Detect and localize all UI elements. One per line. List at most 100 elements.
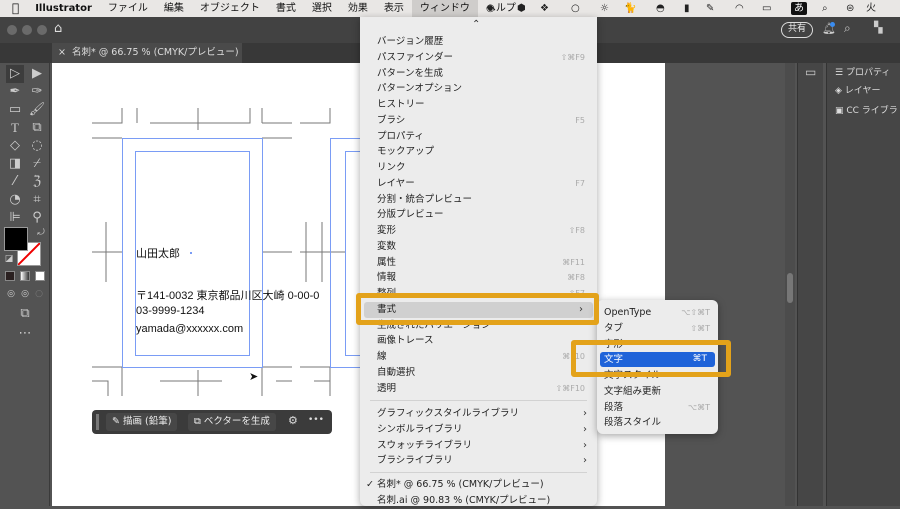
menu-item-label: プロパティ (377, 130, 424, 142)
library-menu-item[interactable]: スウォッチライブラリ › (360, 438, 597, 454)
card-address-text[interactable]: 〒141-0032 東京都品川区大崎 0-00-0 (136, 287, 319, 303)
submenu-arrow-icon: › (583, 455, 587, 467)
menu-item-1[interactable]: パスファインダー ⇧⌘F9 (360, 50, 597, 66)
menu-item-label: 情報 (377, 272, 397, 284)
submenu-item-1[interactable]: タブ ⇧⌘T (597, 321, 718, 336)
menu-item-shortcut: F5 (575, 115, 585, 125)
menu-item-shortcut: ⌘F11 (562, 257, 585, 267)
wifi-icon[interactable]: ◠ (735, 0, 744, 17)
menu-item-21[interactable]: 自動選択 (360, 365, 597, 381)
card-email-text[interactable]: yamada@xxxxxx.com (136, 323, 243, 335)
generate-vector-label: ベクターを生成 (203, 416, 270, 427)
submenu-item-5[interactable]: 文字組み更新 (597, 384, 718, 399)
menu-item-8[interactable]: リンク (360, 160, 597, 176)
menu-item-5[interactable]: ブラシ F5 (360, 113, 597, 129)
menu-item-label: 画像トレース (377, 335, 434, 347)
menu-item-15[interactable]: 情報 ⌘F8 (360, 270, 597, 286)
scroll-up-icon[interactable]: ⌃ (472, 19, 480, 30)
submenu-item-6[interactable]: 段落 ⌥⌘T (597, 400, 718, 415)
menu-item-label: モックアップ (377, 146, 435, 158)
submenu-item-shortcut: ⌥⌘T (687, 402, 710, 412)
right-panel-dock: ☰ プロパティ ◈ レイヤー ▣ CC ライブラ (826, 63, 900, 506)
menu-item-label: 属性 (377, 256, 397, 268)
notification-badge (830, 22, 835, 27)
more-options-button[interactable]: ••• (308, 415, 324, 425)
menu-item-7[interactable]: モックアップ (360, 144, 597, 160)
contextual-task-bar: ✎ 描画 (鉛筆) ⧉ ベクターを生成 ⚙ ••• (92, 410, 332, 434)
mouse-cursor-icon: ➤ (249, 370, 259, 383)
submenu-item-label: 段落 (604, 401, 624, 413)
panel-layers[interactable]: ◈ レイヤー (835, 83, 881, 96)
panel-cc-label: CC ライブラ (846, 106, 898, 116)
layers-icon: ◈ (835, 86, 845, 96)
menu-item-shortcut: ⇧⌘F9 (560, 52, 585, 62)
spotlight-icon[interactable]: ⌕ (822, 0, 828, 17)
vertical-scrollbar[interactable] (785, 63, 795, 506)
menu-item-label: ブラシ (377, 114, 406, 126)
submenu-arrow-icon: › (583, 439, 587, 451)
menu-item-10[interactable]: 分割・統合プレビュー (360, 192, 597, 208)
image-settings-icon[interactable]: ⚙ (288, 414, 298, 427)
menu-item-label: ブラシライブラリ (377, 455, 453, 467)
menu-item-20[interactable]: 線 ⌘F10 (360, 349, 597, 365)
share-button[interactable]: 共有 (781, 22, 813, 38)
menu-item-13[interactable]: 変数 (360, 239, 597, 255)
comments-icon[interactable]: ▭ (805, 65, 816, 79)
menu-item-3[interactable]: パターンオプション (360, 81, 597, 97)
scrollbar-thumb[interactable] (787, 273, 793, 303)
pencil-tray-icon[interactable]: ✎ (706, 0, 714, 17)
checkmark-icon: ✓ (366, 479, 374, 490)
menu-item-shortcut: ⇧⌘F10 (555, 383, 585, 393)
submenu-arrow-icon: › (583, 423, 587, 435)
menu-item-11[interactable]: 分版プレビュー (360, 207, 597, 223)
anchor-point (190, 252, 192, 254)
menu-item-label: ヒストリー (377, 99, 425, 110)
drag-handle[interactable] (96, 414, 99, 430)
submenu-item-0[interactable]: OpenType ⌥⇧⌘T (597, 305, 718, 320)
menu-item-2[interactable]: パターンを生成 (360, 66, 597, 82)
menu-item-12[interactable]: 変形 ⇧F8 (360, 223, 597, 239)
panel-layers-label: レイヤー (844, 86, 881, 96)
generate-icon: ⧉ (194, 416, 204, 427)
clock[interactable]: 火 18:0 (866, 0, 900, 31)
library-menu-item[interactable]: シンボルライブラリ › (360, 422, 597, 438)
workspace-switcher-icon[interactable]: ▚ (874, 21, 882, 34)
menu-item-0[interactable]: バージョン履歴 (360, 34, 597, 50)
cpu-meter-icon[interactable]: ▮ (684, 0, 690, 17)
draw-pencil-button[interactable]: ✎ 描画 (鉛筆) (106, 413, 178, 431)
search-icon[interactable]: ⌕ (844, 21, 851, 36)
submenu-item-label: 文字組み更新 (604, 385, 662, 397)
menu-item-label: 変形 (377, 225, 397, 236)
pencil-icon: ✎ (112, 416, 123, 427)
card-phone-text[interactable]: 03-9999-1234 (136, 305, 205, 317)
document-menu-item[interactable]: ✓ 名刺* @ 66.75 % (CMYK/プレビュー) (360, 477, 597, 493)
menu-item-14[interactable]: 属性 ⌘F11 (360, 255, 597, 271)
submenu-item-7[interactable]: 段落スタイル (597, 415, 718, 430)
menu-item-label: 透明 (377, 382, 397, 394)
menu-item-9[interactable]: レイヤー F7 (360, 176, 597, 192)
menu-item-label: レイヤー (377, 177, 415, 189)
control-center-icon[interactable]: ⊜ (846, 0, 854, 17)
menu-item-19[interactable]: 画像トレース (360, 333, 597, 349)
highlight-box-character-item (571, 340, 731, 377)
panel-cc-libraries[interactable]: ▣ CC ライブラ (835, 103, 898, 116)
library-menu-item[interactable]: グラフィックスタイルライブラリ › (360, 406, 597, 422)
submenu-arrow-icon: › (583, 408, 587, 419)
menu-item-label: シンボルライブラリ (377, 423, 463, 435)
generate-vector-button[interactable]: ⧉ ベクターを生成 (188, 413, 276, 431)
battery-icon[interactable]: ▭ (762, 0, 771, 17)
menu-item-label: パターンを生成 (377, 67, 444, 79)
properties-icon: ☰ (835, 68, 846, 78)
document-menu-item[interactable]: 名刺.ai @ 90.83 % (CMYK/プレビュー) (360, 493, 597, 509)
menu-item-22[interactable]: 透明 ⇧⌘F10 (360, 381, 597, 397)
library-menu-item[interactable]: ブラシライブラリ › (360, 453, 597, 469)
menu-item-4[interactable]: ヒストリー (360, 97, 597, 113)
menu-item-label: パスファインダー (377, 51, 454, 63)
menu-item-label: 分割・統合プレビュー (377, 193, 473, 205)
input-method-icon[interactable]: あ (791, 2, 807, 15)
menu-separator (370, 400, 587, 401)
submenu-item-label: タブ (604, 322, 624, 334)
panel-properties[interactable]: ☰ プロパティ (835, 65, 890, 78)
menu-item-6[interactable]: プロパティ (360, 129, 597, 145)
card-name-text[interactable]: 山田太郎 (136, 245, 180, 261)
